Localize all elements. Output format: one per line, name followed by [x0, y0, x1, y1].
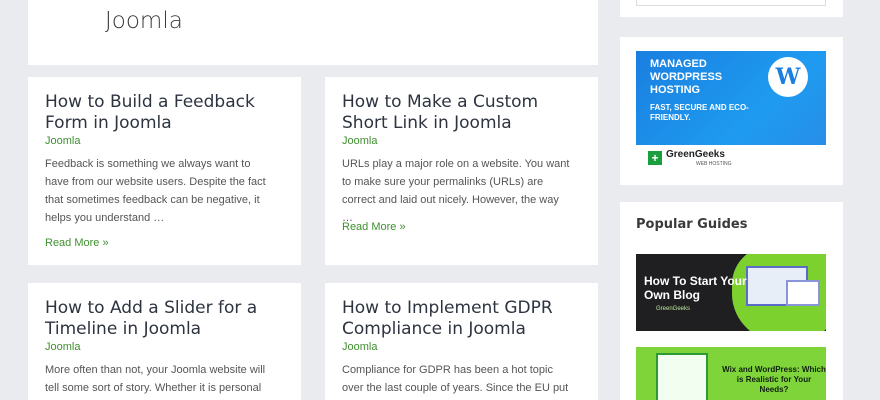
widget-title: Popular Guides — [636, 217, 748, 232]
hosting-ad-banner[interactable]: MANAGED WORDPRESS HOSTING FAST, SECURE A… — [636, 51, 826, 171]
greengeeks-logo-icon: + — [648, 151, 662, 165]
post-excerpt: URLs play a major role on a website. You… — [342, 158, 570, 224]
post-card: How to Build a Feedback Form in Joomla J… — [28, 77, 301, 265]
popular-guides-widget: Popular Guides How To Start Your Own Blo… — [620, 202, 843, 400]
website-builder-illustration-icon — [656, 353, 708, 400]
post-excerpt: Feedback is something we always want to … — [45, 158, 266, 224]
post-category-link[interactable]: Joomla — [342, 341, 377, 353]
archive-header: Joomla — [28, 0, 598, 65]
guide-thumbnail-wix-wordpress[interactable]: Wix and WordPress: Which is Realistic fo… — [636, 347, 826, 400]
post-category-link[interactable]: Joomla — [45, 341, 80, 353]
post-title-link[interactable]: How to Make a Custom Short Link in Jooml… — [342, 92, 582, 134]
post-excerpt: More often than not, your Joomla website… — [45, 364, 266, 394]
post-card: How to Make a Custom Short Link in Jooml… — [325, 77, 598, 265]
ad-subline: FAST, SECURE AND ECO-FRIENDLY. — [650, 103, 749, 122]
read-more-link[interactable]: Read More » — [342, 221, 406, 233]
sidebar-search-widget — [620, 0, 843, 17]
browser-window-illustration-icon — [786, 280, 820, 306]
ad-footer: + GreenGeeks WEB HOSTING — [636, 145, 826, 171]
post-category-link[interactable]: Joomla — [342, 135, 377, 147]
post-card: How to Add a Slider for a Timeline in Jo… — [28, 283, 301, 400]
guide-brand: GreenGeeks — [656, 306, 691, 312]
post-card: How to Implement GDPR Compliance in Joom… — [325, 283, 598, 400]
ad-headline: MANAGED WORDPRESS HOSTING — [650, 58, 723, 96]
guide-title: Wix and WordPress: Which is Realistic fo… — [722, 365, 826, 394]
post-category-link[interactable]: Joomla — [45, 135, 80, 147]
post-title-link[interactable]: How to Add a Slider for a Timeline in Jo… — [45, 298, 285, 340]
post-title-link[interactable]: How to Build a Feedback Form in Joomla — [45, 92, 285, 134]
wordpress-logo-icon: W — [768, 57, 808, 97]
post-title-link[interactable]: How to Implement GDPR Compliance in Joom… — [342, 298, 582, 340]
post-excerpt: Compliance for GDPR has been a hot topic… — [342, 364, 569, 394]
ad-brand-name: GreenGeeks — [666, 149, 725, 160]
read-more-link[interactable]: Read More » — [45, 237, 109, 249]
archive-title: Joomla — [105, 8, 183, 34]
guide-thumbnail-start-blog[interactable]: How To Start Your Own Blog GreenGeeks — [636, 254, 826, 331]
ad-brand-tag: WEB HOSTING — [696, 161, 732, 167]
search-input[interactable] — [636, 0, 826, 6]
guide-title: How To Start Your Own Blog — [644, 274, 747, 302]
sidebar-ad-widget: MANAGED WORDPRESS HOSTING FAST, SECURE A… — [620, 37, 843, 185]
